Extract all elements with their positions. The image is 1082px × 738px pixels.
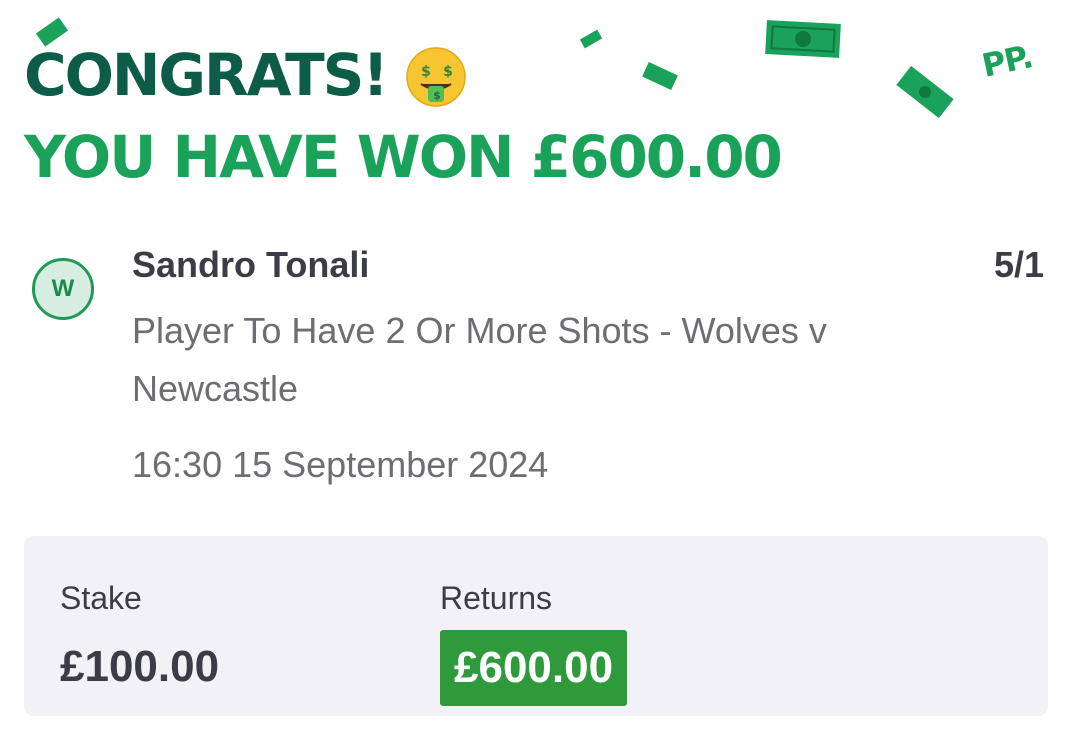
market-description: Player To Have 2 Or More Shots - Wolves …	[132, 310, 827, 409]
win-result-badge: W	[32, 258, 94, 320]
returns-label: Returns	[440, 580, 553, 616]
win-headline: CONGRATS! $ $ $ YOU HAVE WON £600.00	[24, 41, 783, 191]
congrats-heading: CONGRATS! $ $ $	[24, 41, 781, 109]
selection-odds: 5/1	[993, 244, 1044, 285]
money-mouth-face-icon: $ $ $	[406, 47, 466, 107]
selection-name: Sandro Tonali	[132, 244, 370, 285]
event-datetime: 16:30 15 September 2024	[132, 444, 549, 485]
stake-label: Stake	[60, 580, 142, 616]
svg-text:$: $	[443, 64, 452, 80]
congrats-text: CONGRATS!	[24, 41, 389, 109]
returns-value: £600.00	[440, 630, 628, 706]
bet-summary-panel: Stake £100.00 Returns £600.00	[24, 536, 1048, 716]
stake-value: £100.00	[60, 642, 220, 691]
bet-selection: W Sandro Tonali 5/1 Player To Have 2 Or …	[32, 244, 1052, 494]
money-bill-icon	[896, 65, 954, 119]
svg-text:$: $	[421, 64, 430, 80]
win-amount-heading: YOU HAVE WON £600.00	[24, 123, 783, 191]
paddy-power-logo: PP.	[978, 37, 1036, 85]
